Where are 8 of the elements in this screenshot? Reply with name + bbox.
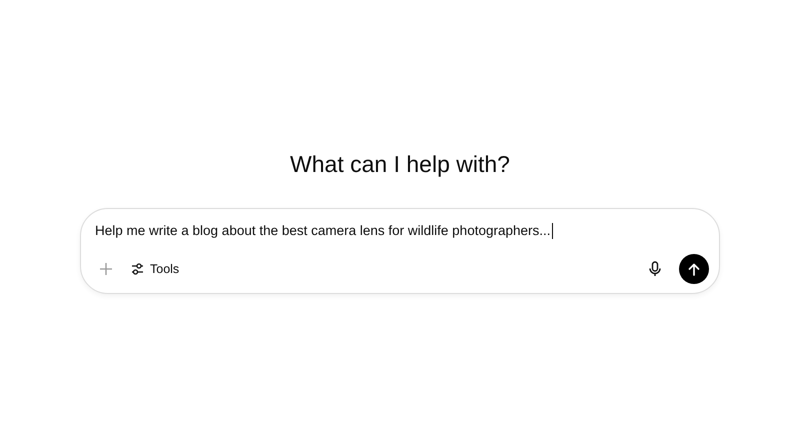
prompt-field[interactable]: Help me write a blog about the best camera lens for wildlife photographers... [95, 222, 552, 240]
arrow-up-icon [688, 262, 700, 276]
microphone-icon [649, 261, 661, 277]
plus-icon [99, 262, 113, 276]
page-heading: What can I help with? [290, 150, 510, 178]
sliders-icon [131, 263, 144, 275]
send-button[interactable] [679, 254, 709, 284]
tools-button[interactable]: Tools [125, 258, 186, 280]
